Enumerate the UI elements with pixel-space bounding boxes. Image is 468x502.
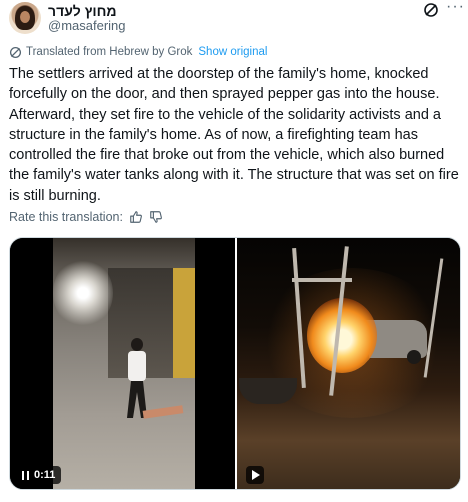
rate-translation-label: Rate this translation: (9, 210, 123, 224)
tweet-text: The settlers arrived at the doorstep of … (9, 66, 459, 204)
thumbs-down-icon[interactable] (149, 210, 163, 224)
pause-icon[interactable] (22, 470, 29, 480)
avatar[interactable] (9, 2, 41, 34)
video-duration: 0:11 (34, 469, 56, 481)
rate-translation: Rate this translation: (9, 208, 163, 226)
media-grid: 0:11 (9, 237, 461, 490)
thumbs-up-icon[interactable] (129, 210, 143, 224)
video-duration-badge[interactable]: 0:11 (16, 466, 62, 484)
video-left[interactable]: 0:11 (10, 238, 235, 489)
grok-icon[interactable] (423, 2, 439, 18)
video-right[interactable] (237, 238, 460, 489)
grok-small-icon (9, 46, 22, 58)
translation-notice-text: Translated from Hebrew by Grok (26, 46, 193, 58)
author-handle[interactable]: @masafering (48, 18, 126, 34)
translation-notice: Translated from Hebrew by Grok Show orig… (9, 44, 267, 60)
more-icon[interactable]: ··· (446, 0, 465, 15)
tweet-header: מחוץ לעדר @masafering ··· (0, 0, 468, 40)
show-original-link[interactable]: Show original (198, 44, 267, 60)
play-icon[interactable] (246, 466, 264, 484)
video-left-thumbnail (53, 238, 195, 489)
